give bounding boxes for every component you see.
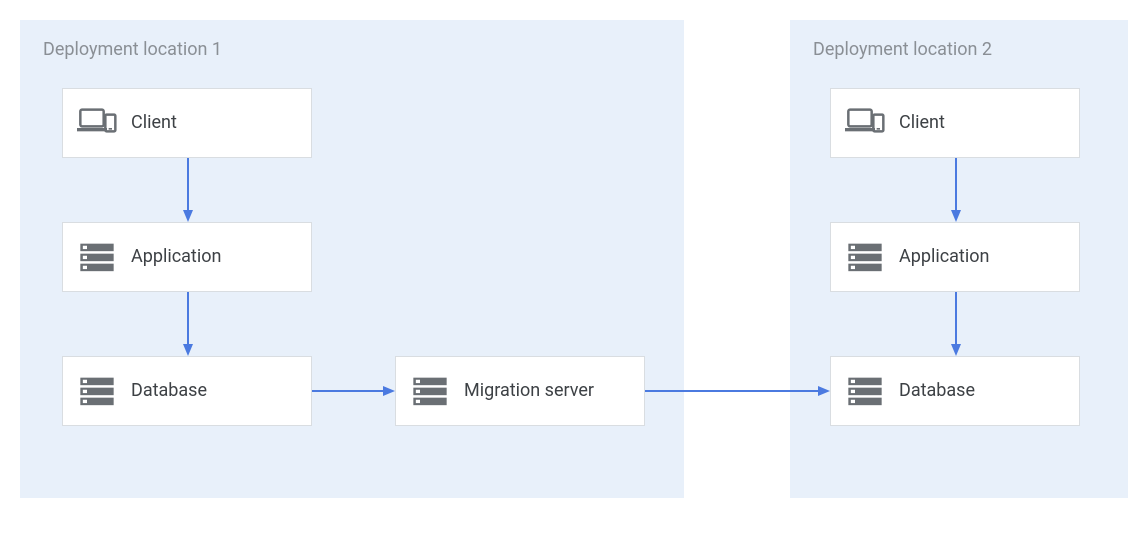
server-icon [77, 237, 117, 277]
node-label: Database [131, 380, 207, 403]
application-2-node: Application [830, 222, 1080, 292]
migration-server-node: Migration server [395, 356, 645, 426]
node-label: Application [131, 246, 221, 269]
node-label: Database [899, 380, 975, 403]
region-2-title: Deployment location 2 [813, 39, 992, 60]
server-icon [77, 371, 117, 411]
node-label: Application [899, 246, 989, 269]
client-devices-icon [77, 103, 117, 143]
client-2-node: Client [830, 88, 1080, 158]
arrow-client2-to-app2 [951, 158, 961, 222]
region-1-title: Deployment location 1 [43, 39, 222, 60]
database-1-node: Database [62, 356, 312, 426]
server-icon [845, 371, 885, 411]
arrow-app2-to-db2 [951, 292, 961, 356]
server-icon [845, 237, 885, 277]
application-1-node: Application [62, 222, 312, 292]
arrow-app1-to-db1 [183, 292, 193, 356]
node-label: Migration server [464, 380, 594, 403]
database-2-node: Database [830, 356, 1080, 426]
arrow-migration-to-db2 [645, 386, 830, 396]
node-label: Client [899, 112, 945, 135]
arrow-client1-to-app1 [183, 158, 193, 222]
server-icon [410, 371, 450, 411]
client-1-node: Client [62, 88, 312, 158]
node-label: Client [131, 112, 177, 135]
client-devices-icon [845, 103, 885, 143]
arrow-db1-to-migration [312, 386, 395, 396]
